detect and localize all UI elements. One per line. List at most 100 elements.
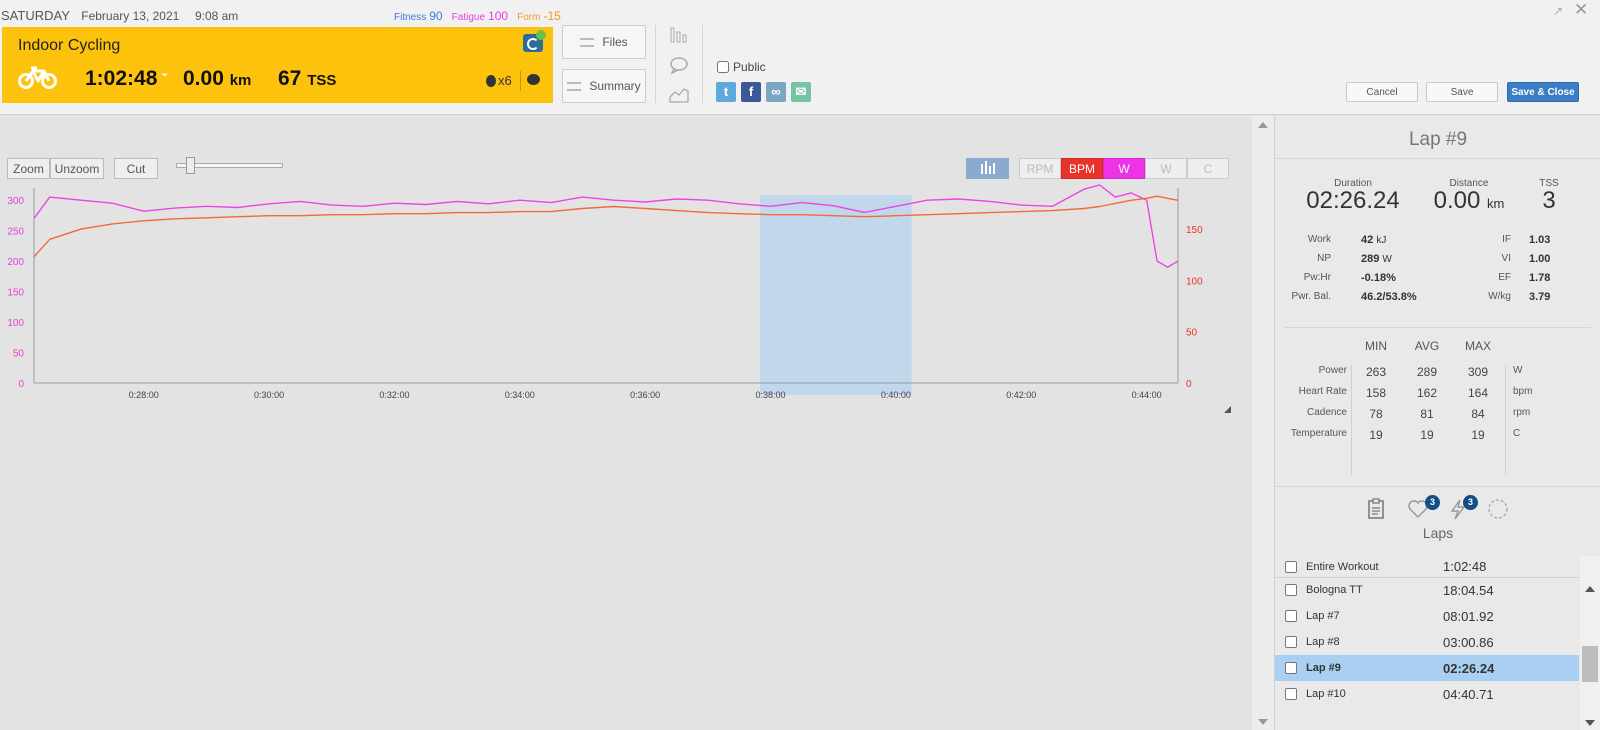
- lap-name: Bologna TT: [1306, 584, 1363, 596]
- expand-icon[interactable]: ↗: [1553, 4, 1563, 18]
- metric-value: 1.00: [1529, 253, 1551, 265]
- table-divider: [1505, 365, 1506, 475]
- lap-checkbox[interactable]: [1285, 636, 1297, 648]
- lap-tss-value: 3: [1542, 187, 1556, 214]
- activity-title[interactable]: Indoor Cycling: [18, 37, 120, 55]
- public-checkbox[interactable]: [717, 61, 729, 73]
- y-right-tick-label: 100: [1186, 276, 1203, 287]
- comments-icon[interactable]: [527, 74, 540, 85]
- comment-icon[interactable]: [669, 56, 689, 74]
- zoom-slider-thumb[interactable]: [186, 157, 195, 174]
- summary-button[interactable]: Summary: [562, 69, 646, 103]
- minmax-row-label: Temperature: [1290, 428, 1347, 439]
- channel-power-button[interactable]: W: [1103, 158, 1145, 179]
- minmax-min: 19: [1369, 428, 1383, 442]
- metric-label: EF: [1498, 272, 1511, 283]
- cancel-button[interactable]: Cancel: [1346, 82, 1418, 102]
- public-toggle: Public: [717, 60, 766, 74]
- close-icon[interactable]: ✕: [1574, 0, 1588, 20]
- scroll-up-icon[interactable]: [1258, 122, 1268, 128]
- save-close-button[interactable]: Save & Close: [1507, 82, 1579, 102]
- lap-name: Lap #9: [1306, 662, 1341, 674]
- activity-distance: 0.00 km: [183, 67, 251, 91]
- unzoom-button[interactable]: Unzoom: [50, 158, 104, 179]
- achievements[interactable]: x6: [486, 73, 512, 88]
- channel-rpm-button[interactable]: RPM: [1019, 158, 1061, 179]
- laps-scrollbar[interactable]: [1580, 556, 1600, 730]
- facebook-icon[interactable]: f: [741, 82, 761, 102]
- bar-chart-icon[interactable]: [669, 26, 689, 44]
- lap-checkbox[interactable]: [1285, 610, 1297, 622]
- lap-checkbox[interactable]: [1285, 584, 1297, 596]
- minmax-min: 263: [1365, 365, 1387, 379]
- minmax-max: 309: [1467, 365, 1489, 379]
- x-tick-label: 0:28:00: [129, 390, 159, 400]
- summary-icon: [567, 81, 582, 91]
- bar-chart-toggle[interactable]: [966, 158, 1009, 179]
- table-divider: [1351, 365, 1352, 475]
- scroll-down-icon[interactable]: [1585, 720, 1595, 726]
- sync-icon[interactable]: [523, 30, 546, 52]
- workout-day: SATURDAY: [1, 8, 70, 23]
- chart-scrollbar[interactable]: [1252, 116, 1274, 730]
- dashed-circle-icon[interactable]: [1487, 498, 1509, 520]
- twitter-icon[interactable]: t: [716, 82, 736, 102]
- notes-icon[interactable]: [1365, 498, 1387, 520]
- lap-row[interactable]: Lap #10 04:40.71: [1275, 681, 1579, 707]
- scroll-thumb[interactable]: [1582, 646, 1598, 682]
- save-button[interactable]: Save: [1426, 82, 1498, 102]
- files-icon: [580, 37, 595, 47]
- y-left-tick-label: 250: [7, 227, 24, 238]
- minmax-avg: 19: [1420, 428, 1434, 442]
- minmax-avg: 81: [1420, 407, 1434, 421]
- fitness-summary: Fitness 90 Fatigue 100 Form -15: [394, 9, 567, 23]
- scroll-down-icon[interactable]: [1258, 719, 1268, 725]
- workout-date-text: February 13, 2021: [81, 9, 180, 23]
- fitness-label: Fitness: [394, 12, 427, 23]
- fitness-value: 90: [429, 9, 443, 23]
- lap-row[interactable]: Lap #7 08:01.92: [1275, 603, 1579, 629]
- metric-value: 42 kJ: [1361, 234, 1386, 246]
- lap-row[interactable]: Bologna TT 18:04.54: [1275, 577, 1579, 603]
- check-icon: [536, 30, 546, 40]
- minmax-max: 19: [1471, 428, 1485, 442]
- channel-power-alt-button[interactable]: W: [1145, 158, 1187, 179]
- y-right-tick-label: 0: [1186, 379, 1192, 390]
- lap-row[interactable]: Lap #8 03:00.86: [1275, 629, 1579, 655]
- lap-row[interactable]: Lap #9 02:26.24: [1275, 655, 1579, 681]
- activity-card: Indoor Cycling 1:02:48 ⌄ 0.00 km 67 TSS …: [2, 27, 553, 103]
- bar-icon-part: [984, 161, 987, 174]
- channel-temperature-button[interactable]: C: [1187, 158, 1229, 179]
- minmax-unit: bpm: [1513, 386, 1533, 397]
- workout-chart[interactable]: 300 250 200 150 100 50 0 150 100 50 0 0:28:00 0:30:0…: [0, 178, 1240, 418]
- achievements-count: x6: [498, 73, 512, 88]
- heart-badge: 3: [1425, 495, 1440, 510]
- email-icon[interactable]: ✉: [791, 82, 811, 102]
- files-button[interactable]: Files: [562, 25, 646, 59]
- minmax-min: 78: [1369, 407, 1383, 421]
- cut-button[interactable]: Cut: [114, 158, 158, 179]
- metric-number: 289: [1361, 253, 1380, 265]
- link-icon[interactable]: ∞: [766, 82, 786, 102]
- chevron-down-icon[interactable]: ⌄: [160, 66, 169, 79]
- zoom-button[interactable]: Zoom: [7, 158, 50, 179]
- tss-value: 67: [278, 67, 302, 90]
- distance-unit: km: [229, 72, 252, 89]
- bar-icon-part: [980, 164, 983, 174]
- lap-checkbox[interactable]: [1285, 688, 1297, 700]
- lap-row[interactable]: Entire Workout 1:02:48: [1275, 556, 1579, 578]
- chart-resize-handle[interactable]: [1224, 406, 1231, 413]
- workout-date: SATURDAY February 13, 2021 9:08 am: [1, 8, 238, 23]
- lap-time: 03:00.86: [1443, 634, 1494, 650]
- y-left-tick-label: 0: [18, 379, 24, 390]
- channel-bpm-button[interactable]: BPM: [1061, 158, 1103, 179]
- laps-title: Laps: [1422, 525, 1454, 541]
- x-tick-label: 0:30:00: [254, 390, 284, 400]
- lap-checkbox[interactable]: [1285, 662, 1297, 674]
- lap-checkbox[interactable]: [1285, 560, 1297, 573]
- minmax-avg: 162: [1416, 386, 1438, 400]
- area-chart-icon[interactable]: [669, 85, 689, 103]
- scroll-up-icon[interactable]: [1585, 586, 1595, 592]
- metric-label: NP: [1317, 253, 1331, 264]
- toolbar-divider: [655, 25, 656, 103]
